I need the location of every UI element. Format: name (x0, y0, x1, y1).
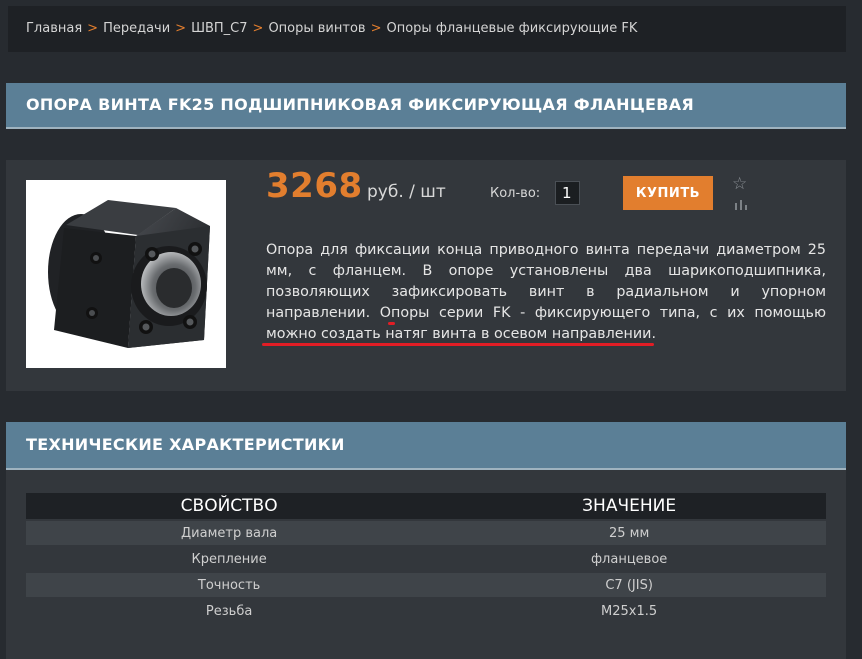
buy-button[interactable]: КУПИТЬ (623, 176, 713, 210)
product-price: 3268 (266, 166, 363, 206)
breadcrumb-fk-supports-link[interactable]: Опоры фланцевые фиксирующие FK (386, 21, 637, 36)
product-title-bar: ОПОРА ВИНТА FK25 ПОДШИПНИКОВАЯ ФИКСИРУЮЩ… (6, 83, 846, 129)
column-header-value: ЗНАЧЕНИЕ (432, 493, 826, 519)
column-header-property: СВОЙСТВО (26, 493, 433, 519)
value-cell: M25x1.5 (601, 603, 658, 619)
property-cell: Резьба (205, 603, 253, 619)
breadcrumb-transmissions-link[interactable]: Передачи (103, 21, 170, 36)
table-row: Точность С7 (JIS) (26, 573, 826, 597)
flange-bearing-image (48, 200, 210, 348)
bar-chart-icon[interactable] (734, 198, 748, 210)
breadcrumb: Главная > Передачи > ШВП_С7 > Опоры винтов > Опо… (8, 6, 846, 52)
quantity-input[interactable] (555, 181, 580, 205)
breadcrumb-ballscrew-link[interactable]: ШВП_С7 (191, 21, 247, 36)
description-highlight: можно создать натяг винта в осевом напра… (266, 326, 652, 342)
product-title: ОПОРА ВИНТА FK25 ПОДШИПНИКОВАЯ ФИКСИРУЮЩ… (26, 95, 694, 114)
star-icon[interactable]: ☆ (732, 176, 747, 193)
specs-header-bar: ТЕХНИЧЕСКИЕ ХАРАКТЕРИСТИКИ (6, 422, 846, 470)
product-image[interactable] (26, 180, 226, 368)
quantity-label: Кол-во: (490, 186, 541, 201)
breadcrumb-separator: > (87, 21, 99, 36)
product-description: Опора для фиксации конца приводного винт… (266, 240, 826, 345)
value-cell: фланцевое (590, 551, 668, 567)
specs-panel: СВОЙСТВО ЗНАЧЕНИЕ Диаметр вала 25 мм Кре… (6, 470, 846, 659)
breadcrumb-separator: > (370, 21, 382, 36)
table-row: Диаметр вала 25 мм (26, 521, 826, 545)
description-text: . (651, 326, 657, 342)
breadcrumb-home-link[interactable]: Главная (26, 21, 82, 36)
value-cell: С7 (JIS) (432, 573, 826, 597)
table-row: Резьба M25x1.5 (26, 599, 826, 623)
breadcrumb-screw-supports-link[interactable]: Опоры винтов (268, 21, 365, 36)
property-cell: Диаметр вала (26, 521, 433, 545)
description-text: . Опоры серии FK - фиксирующего типа, с … (365, 305, 826, 321)
specs-title: ТЕХНИЧЕСКИЕ ХАРАКТЕРИСТИКИ (26, 435, 345, 454)
value-cell: 25 мм (432, 521, 826, 545)
specs-table-header-row: СВОЙСТВО ЗНАЧЕНИЕ (26, 493, 826, 519)
property-cell: Точность (26, 573, 433, 597)
breadcrumb-separator: > (175, 21, 187, 36)
product-panel: 3268 руб. / шт Кол-во: КУПИТЬ ☆ Опора дл… (6, 160, 846, 391)
breadcrumb-separator: > (252, 21, 264, 36)
specs-table: СВОЙСТВО ЗНАЧЕНИЕ Диаметр вала 25 мм Кре… (26, 491, 826, 625)
property-cell: Крепление (191, 551, 267, 567)
price-unit: руб. / шт (367, 182, 446, 202)
table-row: Крепление фланцевое (26, 547, 826, 571)
